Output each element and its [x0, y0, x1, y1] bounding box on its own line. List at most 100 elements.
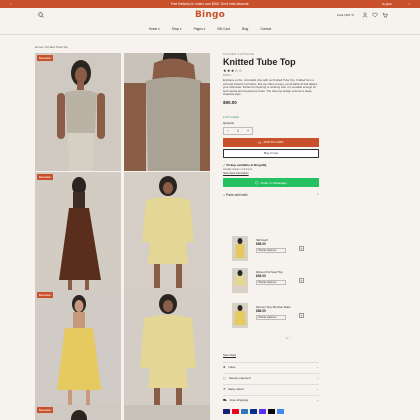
whatsapp-label: Order on Whatsapp: [260, 180, 287, 185]
pairs-title: ⌂ Pairs well with: [223, 193, 248, 198]
payment-icons: [223, 409, 284, 414]
feature-label: Easy return: [228, 387, 244, 391]
size-chart-link[interactable]: Size Chart: [223, 353, 236, 357]
pair-options-select[interactable]: Choose options ▾: [256, 315, 286, 320]
product-image-4[interactable]: [124, 172, 210, 290]
product-vendor[interactable]: CLOUDS CLOTHING: [223, 52, 319, 56]
language-selector[interactable]: English: [382, 2, 392, 6]
feature-label: Uses: [228, 365, 236, 369]
product-image-2[interactable]: [124, 53, 210, 171]
announcement-text: Free Delivery on orders over $200. Don't…: [170, 2, 250, 6]
site-header: Bingo India (INR ₹): [0, 8, 420, 24]
whatsapp-order-button[interactable]: Order on Whatsapp: [223, 178, 319, 188]
main-navigation: Home ▾ Shop ▾ Pages ▾ Gift Card Blog Con…: [0, 25, 420, 33]
product-description: Embrace a chic, minimalist vibe with our…: [223, 78, 318, 97]
pair-price: $88.00: [256, 309, 266, 313]
nav-pages[interactable]: Pages ▾: [194, 27, 206, 31]
nav-gift-card[interactable]: Gift Card: [217, 27, 230, 31]
product-info: CLOUDS CLOTHING Knitted Tube Top ★★★☆☆ B…: [223, 52, 319, 197]
breadcrumb-current: Knitted Tube Top: [45, 45, 69, 49]
pair-price: $58.00: [256, 242, 266, 246]
pair-thumbnail[interactable]: [232, 268, 248, 293]
pair-add-button[interactable]: +: [299, 278, 304, 283]
product-image-8[interactable]: [124, 405, 210, 420]
collapse-chevron-icon[interactable]: ⌃: [316, 193, 319, 197]
nav-blog[interactable]: Blog: [242, 27, 248, 31]
next-announcement-button[interactable]: ›: [409, 1, 410, 7]
pair-options-select[interactable]: Choose options ▾: [256, 280, 286, 285]
pair-price: $36.00: [256, 274, 266, 278]
header-divider: [0, 34, 420, 35]
pickup-info: ✓ Pickup available at Bingo/Bj Usually r…: [223, 163, 319, 176]
feature-secure-payment[interactable]: ▢ Secure payment ⌄: [223, 373, 319, 382]
pair-item[interactable]: Women Terry Bomber Robe $88.00 Choose op…: [232, 303, 312, 331]
quantity-decrease-button[interactable]: −: [227, 129, 229, 133]
product-price: $90.00: [223, 99, 237, 105]
quantity-value[interactable]: 1: [237, 129, 239, 133]
visa-icon: [223, 409, 230, 414]
chevron-down-icon: ⌄: [316, 365, 319, 369]
product-sku: BINGO: [223, 74, 232, 77]
product-image-6[interactable]: [124, 290, 210, 408]
bestseller-badge: Bestseller: [37, 55, 54, 61]
pair-options-select[interactable]: Choose options ▾: [256, 248, 286, 253]
nav-shop[interactable]: Shop ▾: [172, 27, 182, 31]
leaf-icon: ❦: [223, 365, 226, 369]
pair-item[interactable]: Woven Knit Scarf Top $36.00 Choose optio…: [232, 268, 312, 296]
prev-announcement-button[interactable]: ‹: [10, 1, 11, 7]
add-to-cart-label: ADD TO CART: [263, 140, 284, 145]
bestseller-badge: Bestseller: [37, 407, 54, 413]
pair-thumbnail[interactable]: [232, 303, 248, 328]
quantity-stepper: − 1 +: [223, 126, 253, 135]
breadcrumb-home[interactable]: Home: [35, 45, 43, 49]
product-image-7[interactable]: Bestseller: [35, 405, 121, 420]
cart-icon[interactable]: [382, 12, 388, 18]
feature-label: Secure payment: [228, 376, 251, 380]
chevron-down-icon: ⌄: [316, 398, 319, 402]
paypal-icon: [250, 409, 257, 414]
pickup-title: Pickup available at Bingo/Bj: [226, 162, 267, 167]
chevron-down-icon: ⌄: [316, 376, 319, 380]
feature-label: Free shipping: [229, 398, 248, 402]
bag-icon: [258, 141, 262, 145]
nav-contact[interactable]: Contact: [260, 27, 271, 31]
product-image-3[interactable]: Bestseller: [35, 172, 121, 290]
bestseller-badge: Bestseller: [37, 174, 54, 180]
nav-home[interactable]: Home ▾: [149, 27, 160, 31]
pairs-heading: ⌂ Pairs well with ⌃: [223, 193, 319, 197]
bestseller-badge: Bestseller: [37, 292, 54, 298]
pair-item[interactable]: Silk Scarf $58.00 Choose options ▾ +: [232, 236, 312, 264]
applepay-icon: [268, 409, 275, 414]
feature-uses[interactable]: ❦ Uses ⌄: [223, 362, 319, 371]
store-info-link[interactable]: View store information: [223, 172, 319, 175]
pair-thumbnail[interactable]: [232, 236, 248, 261]
add-to-cart-button[interactable]: ADD TO CART: [223, 137, 319, 147]
buy-now-button[interactable]: Buy it now: [223, 148, 319, 158]
googlepay-icon: [277, 409, 284, 414]
announcement-bar: ‹ Free Delivery on orders over $200. Don…: [0, 0, 420, 8]
chevron-down-icon: ⌄: [316, 387, 319, 391]
quantity-increase-button[interactable]: +: [247, 129, 249, 133]
currency-selector[interactable]: India (INR ₹): [337, 13, 354, 17]
pickup-subtext: Usually ready in 24 hours: [223, 167, 253, 171]
truck-icon: ⛟: [223, 397, 227, 402]
product-title: Knitted Tube Top: [223, 57, 296, 67]
amex-icon: [241, 409, 248, 414]
rating-stars: ★★★☆☆: [223, 68, 243, 73]
pair-add-button[interactable]: +: [299, 246, 304, 251]
mastercard-icon: [232, 409, 239, 414]
carousel-dots[interactable]: ● ○: [286, 336, 290, 340]
shoppay-icon: [259, 409, 266, 414]
whatsapp-icon: [255, 181, 259, 185]
account-icon[interactable]: [362, 12, 368, 18]
wishlist-icon[interactable]: [372, 12, 378, 18]
feature-easy-return[interactable]: ↺ Easy return ⌄: [223, 384, 319, 393]
pair-add-button[interactable]: +: [299, 313, 304, 318]
buy-now-label: Buy it now: [264, 151, 278, 156]
quantity-label: Quantity: [223, 120, 235, 125]
return-icon: ↺: [223, 387, 226, 391]
product-image-1[interactable]: Bestseller: [35, 53, 121, 171]
lock-icon: ▢: [223, 376, 226, 380]
feature-free-shipping[interactable]: ⛟ Free shipping ⌄: [223, 395, 319, 404]
product-image-5[interactable]: Bestseller: [35, 290, 121, 408]
